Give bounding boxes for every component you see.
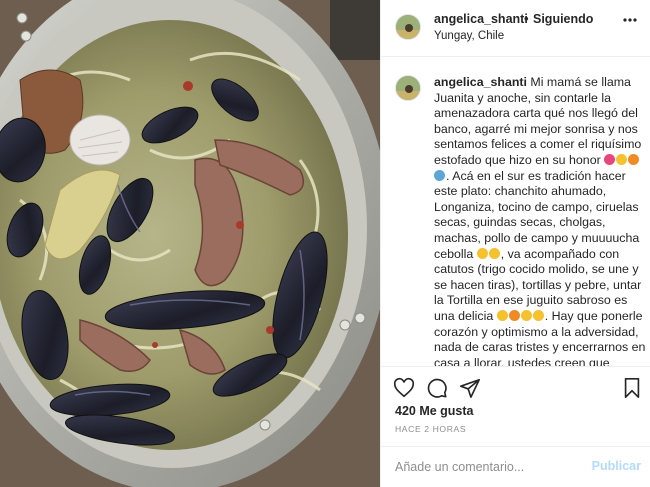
avatar-image	[396, 76, 420, 100]
smile-emoji-icon	[532, 309, 544, 321]
post-caption: angelica_shanti Mi mamá se llama Juanita…	[434, 75, 646, 366]
smile-emoji-icon	[628, 153, 640, 165]
separator-dot: •	[524, 11, 529, 26]
avatar[interactable]	[395, 75, 421, 101]
smile-emoji-icon	[496, 309, 508, 321]
post-timestamp[interactable]: HACE 2 HORAS	[395, 424, 466, 434]
post-header: angelica_shanti • Siguiendo Yungay, Chil…	[381, 0, 650, 57]
avatar[interactable]	[395, 14, 421, 40]
comment-input[interactable]	[395, 457, 585, 477]
post-side-panel: angelica_shanti • Siguiendo Yungay, Chil…	[380, 0, 650, 487]
heart-icon[interactable]	[393, 377, 415, 399]
follow-status-button[interactable]: Siguiendo	[533, 12, 593, 26]
caption-username-link[interactable]: angelica_shanti	[434, 75, 527, 89]
likes-count[interactable]: 420 Me gusta	[395, 404, 474, 418]
food-photo-illustration	[0, 0, 380, 487]
comment-icon[interactable]	[426, 377, 448, 399]
writing-hand-emoji-icon	[488, 247, 500, 259]
avatar-image	[396, 15, 420, 39]
bowl-emoji-icon	[434, 169, 445, 181]
heart-emoji-icon	[604, 153, 616, 165]
post-photo[interactable]	[0, 0, 380, 487]
location-link[interactable]: Yungay, Chile	[434, 30, 504, 42]
more-horizontal-icon[interactable]	[623, 18, 637, 22]
bookmark-icon[interactable]	[621, 377, 643, 399]
share-icon[interactable]	[459, 377, 481, 399]
smile-emoji-icon	[616, 153, 628, 165]
caption-section: angelica_shanti Mi mamá se llama Juanita…	[381, 57, 650, 366]
post-actions: 420 Me gusta HACE 2 HORAS	[381, 366, 650, 446]
smile-emoji-icon	[508, 309, 520, 321]
muscle-emoji-icon	[476, 247, 488, 259]
comment-bar: Publicar	[381, 446, 650, 487]
username-link[interactable]: angelica_shanti	[434, 12, 528, 26]
publish-button[interactable]: Publicar	[592, 459, 641, 473]
smile-emoji-icon	[520, 309, 532, 321]
